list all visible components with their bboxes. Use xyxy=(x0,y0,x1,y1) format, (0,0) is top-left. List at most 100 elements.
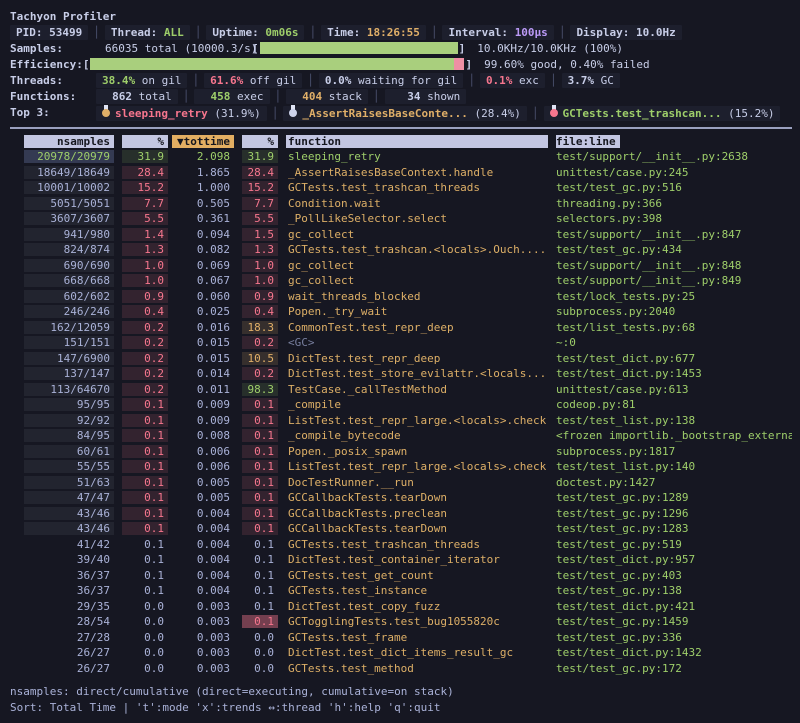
cell-file-line: selectors.py:398 xyxy=(556,212,792,225)
cell-file-line: test/test_gc.py:1459 xyxy=(556,615,792,628)
cell-tottime: 0.094 xyxy=(172,228,234,241)
table-row[interactable]: 29/350.00.0030.1DictTest.test_copy_fuzzt… xyxy=(10,599,792,615)
separator: │ xyxy=(554,26,571,39)
header-table-divider xyxy=(10,127,792,129)
cell-file-line: test/list_tests.py:68 xyxy=(556,321,792,334)
table-row[interactable]: 602/6020.90.0600.9wait_threads_blockedte… xyxy=(10,289,792,305)
cell-tottime: 0.004 xyxy=(172,584,234,597)
cell-pct-cumulative: 0.1 xyxy=(242,429,278,442)
table-row[interactable]: 246/2460.40.0250.4Popen._try_waitsubproc… xyxy=(10,304,792,320)
table-row[interactable]: 113/646700.20.01198.3TestCase._callTestM… xyxy=(10,382,792,398)
table-row[interactable]: 26/270.00.0030.0GCTests.test_methodtest/… xyxy=(10,661,792,677)
cell-pct-tottime: 0.1 xyxy=(122,507,168,520)
separator: │ xyxy=(190,26,207,39)
stat-value: 862 xyxy=(102,90,132,103)
cell-pct-tottime: 1.0 xyxy=(122,259,168,272)
cell-pct-tottime: 0.2 xyxy=(122,336,168,349)
profiler-app: Tachyon Profiler PID: 53499│Thread: ALL│… xyxy=(0,0,800,715)
table-row[interactable]: 18649/1864928.41.86528.4_AssertRaisesBas… xyxy=(10,165,792,181)
table-row[interactable]: 95/950.10.0090.1_compilecodeop.py:81 xyxy=(10,397,792,413)
cell-pct-cumulative: 0.0 xyxy=(242,646,278,659)
table-row[interactable]: 5051/50517.70.5057.7Condition.waitthread… xyxy=(10,196,792,212)
cell-pct-cumulative: 98.3 xyxy=(242,383,278,396)
table-row[interactable]: 162/120590.20.01618.3CommonTest.test_rep… xyxy=(10,320,792,336)
separator: │ xyxy=(545,74,562,87)
table-row[interactable]: 668/6681.00.0671.0gc_collecttest/support… xyxy=(10,273,792,289)
efficiency-row: Efficiency: [ ] 99.60% good, 0.40% faile… xyxy=(10,56,792,72)
table-row[interactable]: 43/460.10.0040.1GCCallbackTests.tearDown… xyxy=(10,521,792,537)
table-row[interactable]: 60/610.10.0060.1Popen._posix_spawnsubpro… xyxy=(10,444,792,460)
table-row[interactable]: 26/270.00.0030.0DictTest.test_dict_items… xyxy=(10,645,792,661)
cell-file-line: <frozen importlib._bootstrap_external xyxy=(556,429,792,442)
table-row[interactable]: 10001/1000215.21.00015.2GCTests.test_tra… xyxy=(10,180,792,196)
column-header-file-line[interactable]: file:line xyxy=(556,135,792,148)
table-row[interactable]: 43/460.10.0040.1GCCallbackTests.preclean… xyxy=(10,506,792,522)
table-row[interactable]: 51/630.10.0050.1DocTestRunner.__rundocte… xyxy=(10,475,792,491)
table-row[interactable]: 941/9801.40.0941.5gc_collecttest/support… xyxy=(10,227,792,243)
table-row[interactable]: 151/1510.20.0150.2<GC>~:0 xyxy=(10,335,792,351)
cell-tottime: 0.069 xyxy=(172,259,234,272)
stat-text: on gil xyxy=(135,74,181,87)
table-row[interactable]: 147/69000.20.01510.5DictTest.test_repr_d… xyxy=(10,351,792,367)
column-header-pct-cumulative[interactable]: % xyxy=(242,135,278,148)
cell-nsamples: 690/690 xyxy=(24,259,114,272)
table-row[interactable]: 84/950.10.0080.1_compile_bytecode<frozen… xyxy=(10,428,792,444)
cell-pct-tottime: 0.1 xyxy=(122,569,168,582)
table-row[interactable]: 39/400.10.0040.1DictTest.test_container_… xyxy=(10,552,792,568)
cell-nsamples: 3607/3607 xyxy=(24,212,114,225)
cell-nsamples: 20978/20979 xyxy=(24,150,114,163)
cell-nsamples: 27/28 xyxy=(24,631,114,644)
table-row[interactable]: 28/540.00.0030.1GCTogglingTests.test_bug… xyxy=(10,614,792,630)
table-row[interactable]: 41/420.10.0040.1GCTests.test_trashcan_th… xyxy=(10,537,792,553)
cell-function: CommonTest.test_repr_deep xyxy=(286,321,548,334)
table-row[interactable]: 690/6901.00.0691.0gc_collecttest/support… xyxy=(10,258,792,274)
cell-file-line: test/test_gc.py:519 xyxy=(556,538,792,551)
stat-segment: 38.4% on gil xyxy=(96,73,187,88)
samples-row: Samples: 66035 total (10000.3/s) [ ] 10.… xyxy=(10,40,792,56)
info-segment: PID: 53499 xyxy=(10,25,88,40)
cell-pct-tottime: 0.0 xyxy=(122,615,168,628)
efficiency-bar xyxy=(90,58,464,70)
cell-tottime: 0.015 xyxy=(172,336,234,349)
table-row[interactable]: 47/470.10.0050.1GCCallbackTests.tearDown… xyxy=(10,490,792,506)
cell-function: ListTest.test_repr_large.<locals>.check xyxy=(286,460,548,473)
cell-function: GCTests.test_trashcan_threads xyxy=(286,538,548,551)
table-row[interactable]: 3607/36075.50.3615.5_PollLikeSelector.se… xyxy=(10,211,792,227)
cell-pct-tottime: 0.2 xyxy=(122,367,168,380)
cell-pct-tottime: 0.2 xyxy=(122,383,168,396)
cell-nsamples: 92/92 xyxy=(24,414,114,427)
cell-pct-tottime: 0.1 xyxy=(122,553,168,566)
threads-label: Threads: xyxy=(10,74,96,87)
table-row[interactable]: 27/280.00.0030.0GCTests.test_frametest/t… xyxy=(10,630,792,646)
table-row[interactable]: 55/550.10.0060.1ListTest.test_repr_large… xyxy=(10,459,792,475)
cell-pct-tottime: 0.1 xyxy=(122,398,168,411)
cell-pct-cumulative: 1.3 xyxy=(242,243,278,256)
cell-function: Condition.wait xyxy=(286,197,548,210)
cell-nsamples: 602/602 xyxy=(24,290,114,303)
separator: │ xyxy=(463,74,480,87)
table-row[interactable]: 824/8741.30.0821.3GCTests.test_trashcan.… xyxy=(10,242,792,258)
efficiency-bar-close-bracket: ] xyxy=(465,58,472,71)
cell-function: GCTests.test_get_count xyxy=(286,569,548,582)
table-row[interactable]: 20978/2097931.92.09831.9sleeping_retryte… xyxy=(10,149,792,165)
column-header-nsamples[interactable]: nsamples xyxy=(24,135,114,148)
cell-nsamples: 95/95 xyxy=(24,398,114,411)
table-row[interactable]: 36/370.10.0040.1GCTests.test_get_countte… xyxy=(10,568,792,584)
column-header-function[interactable]: function xyxy=(286,135,548,148)
samples-label: Samples: xyxy=(10,42,96,55)
table-row[interactable]: 36/370.10.0040.1GCTests.test_instancetes… xyxy=(10,583,792,599)
separator: │ xyxy=(302,74,319,87)
table-row[interactable]: 92/920.10.0090.1ListTest.test_repr_large… xyxy=(10,413,792,429)
info-value: 18:26:55 xyxy=(367,26,420,39)
cell-tottime: 0.005 xyxy=(172,491,234,504)
stat-value: 458 xyxy=(200,90,230,103)
column-header-pct-tottime[interactable]: % xyxy=(122,135,168,148)
cell-file-line: test/test_dict.py:677 xyxy=(556,352,792,365)
column-header-tottime-sorted[interactable]: ▼tottime xyxy=(172,135,234,148)
cell-pct-cumulative: 0.1 xyxy=(242,522,278,535)
cell-file-line: test/test_dict.py:421 xyxy=(556,600,792,613)
cell-pct-cumulative: 5.5 xyxy=(242,212,278,225)
table-row[interactable]: 137/1470.20.0140.2DictTest.test_store_ev… xyxy=(10,366,792,382)
separator: │ xyxy=(304,26,321,39)
cell-tottime: 0.505 xyxy=(172,197,234,210)
